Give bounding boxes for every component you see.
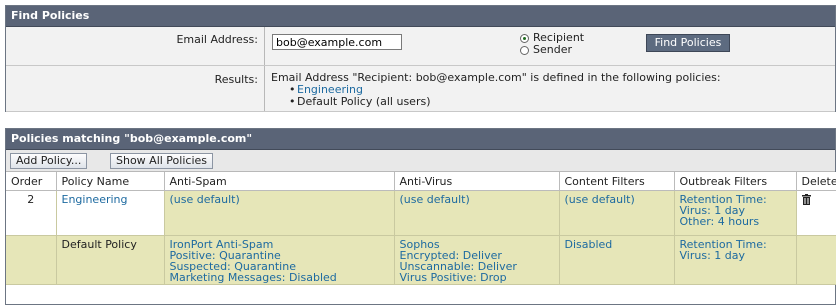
row-outbreak-filters-cell: Retention Time: Virus: 1 day (674, 235, 797, 285)
policies-toolbar: Add Policy... Show All Policies (6, 150, 835, 172)
row-delete-cell (796, 235, 836, 285)
email-label: Email Address: (6, 27, 265, 65)
row-content-filters-cell: Disabled (559, 235, 675, 285)
outbreak-line: Virus: 1 day (679, 249, 746, 262)
email-input[interactable] (272, 34, 402, 50)
email-row: Email Address: Recipient Sender Find Pol… (6, 27, 835, 66)
table-row: Default Policy IronPort Anti-Spam Positi… (6, 235, 836, 285)
table-row: 2 Engineering (use default) (use default… (6, 190, 836, 236)
col-anti-spam: Anti-Spam (164, 172, 395, 191)
results-cell: Email Address "Recipient: bob@example.co… (265, 66, 835, 111)
row-anti-virus-cell: (use default) (394, 190, 560, 236)
row-delete-cell (796, 190, 836, 236)
row-content-filters-cell: (use default) (559, 190, 675, 236)
outbreak-filters-link[interactable]: Retention Time: Virus: 1 day (680, 238, 767, 262)
row-anti-spam-cell: (use default) (164, 190, 395, 236)
show-all-policies-button[interactable]: Show All Policies (110, 153, 213, 169)
col-content-filters: Content Filters (559, 172, 675, 191)
result-policy-default-label: Default Policy (all users) (297, 95, 431, 108)
results-row: Results: Email Address "Recipient: bob@e… (6, 66, 835, 112)
row-order: 2 (6, 190, 57, 236)
policy-name-link[interactable]: Engineering (62, 193, 128, 206)
find-policies-panel: Find Policies Email Address: Recipient S… (5, 5, 836, 112)
row-order (6, 235, 57, 285)
row-outbreak-filters-cell: Retention Time: Virus: 1 day Other: 4 ho… (674, 190, 797, 236)
row-anti-spam-cell: IronPort Anti-Spam Positive: Quarantine … (164, 235, 395, 285)
radio-sender-button[interactable] (520, 45, 529, 55)
radio-recipient-button[interactable] (520, 33, 529, 43)
radio-sender-label: Sender (533, 43, 572, 56)
policies-matching-title: Policies matching "bob@example.com" (6, 129, 835, 150)
anti-virus-link[interactable]: (use default) (400, 193, 470, 206)
find-policies-title: Find Policies (6, 6, 835, 27)
result-policy-default: Default Policy (all users) (289, 95, 835, 109)
col-order: Order (6, 172, 57, 191)
content-filters-link[interactable]: Disabled (565, 238, 613, 251)
row-anti-virus-cell: Sophos Encrypted: Deliver Unscannable: D… (394, 235, 560, 285)
anti-spam-line: Marketing Messages: Disabled (169, 271, 337, 284)
policies-table: Order Policy Name Anti-Spam Anti-Virus C… (6, 172, 836, 285)
anti-spam-link[interactable]: (use default) (170, 193, 240, 206)
anti-virus-line: Virus Positive: Drop (399, 271, 507, 284)
col-outbreak-filters: Outbreak Filters (674, 172, 797, 191)
policies-matching-panel: Policies matching "bob@example.com" Add … (5, 128, 836, 305)
content-filters-link[interactable]: (use default) (565, 193, 635, 206)
row-policy-name-cell: Engineering (56, 190, 165, 236)
col-delete: Delete (796, 172, 836, 191)
row-policy-name: Default Policy (56, 235, 165, 285)
find-policies-button[interactable]: Find Policies (646, 34, 730, 52)
trash-icon[interactable] (801, 194, 811, 205)
radio-sender[interactable]: Sender (520, 44, 584, 56)
anti-spam-link[interactable]: IronPort Anti-Spam Positive: Quarantine … (170, 238, 337, 284)
outbreak-line: Other: 4 hours (679, 215, 760, 228)
table-header-row: Order Policy Name Anti-Spam Anti-Virus C… (6, 172, 836, 191)
direction-radio-group: Recipient Sender (520, 32, 584, 56)
add-policy-button[interactable]: Add Policy... (10, 153, 88, 169)
email-cell: Recipient Sender Find Policies (265, 27, 835, 65)
col-policy-name: Policy Name (56, 172, 165, 191)
col-anti-virus: Anti-Virus (394, 172, 560, 191)
outbreak-filters-link[interactable]: Retention Time: Virus: 1 day Other: 4 ho… (680, 193, 767, 228)
anti-virus-link[interactable]: Sophos Encrypted: Deliver Unscannable: D… (400, 238, 517, 284)
results-label: Results: (6, 66, 265, 111)
results-policy-list: Engineering Default Policy (all users) (271, 84, 835, 109)
